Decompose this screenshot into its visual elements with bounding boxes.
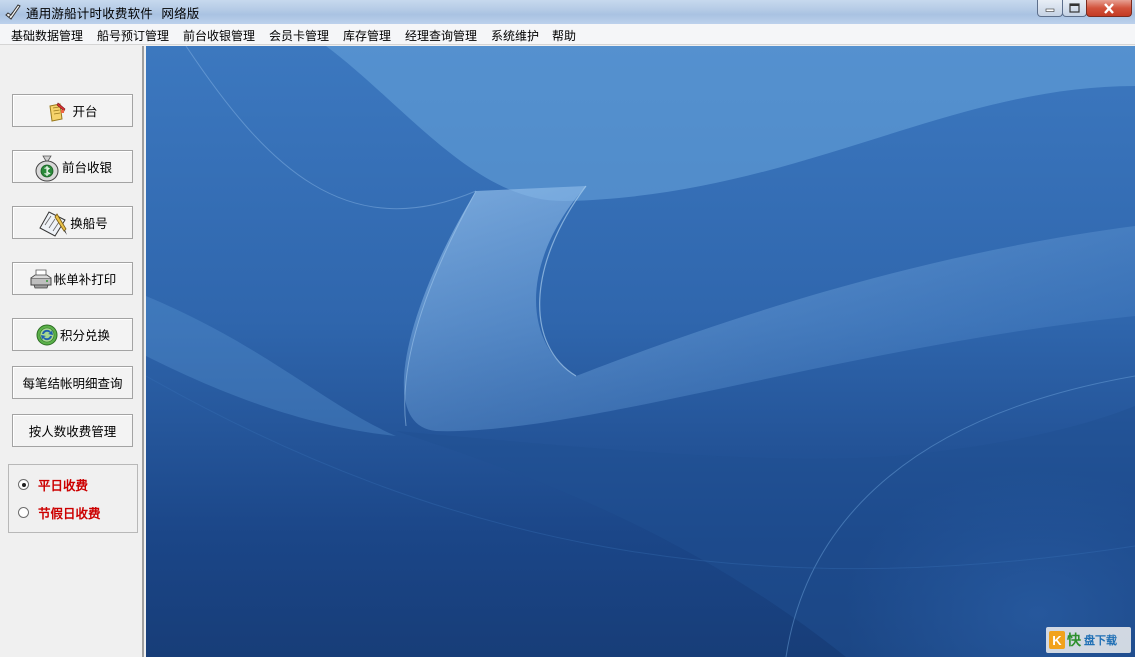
per-person-charge-button[interactable]: 按人数收费管理 bbox=[12, 414, 133, 447]
download-site-watermark: K 快 盘下载 bbox=[1046, 627, 1131, 653]
window-title: 通用游船计时收费软件 网络版 bbox=[26, 3, 199, 22]
checkout-detail-query-label: 每笔结帐明细查询 bbox=[22, 376, 123, 391]
open-table-label: 开台 bbox=[72, 104, 98, 119]
exchange-points-icon bbox=[36, 324, 58, 345]
weekday-charge-option[interactable]: 平日收费 bbox=[18, 475, 88, 494]
app-title: 通用游船计时收费软件 bbox=[26, 6, 154, 21]
close-icon bbox=[1104, 2, 1114, 14]
menu-inventory[interactable]: 库存管理 bbox=[343, 27, 391, 44]
charge-mode-group: 平日收费 节假日收费 bbox=[8, 464, 138, 533]
blue-wallpaper-image bbox=[146, 46, 1135, 657]
exchange-points-label: 积分兑换 bbox=[59, 328, 110, 343]
open-table-button[interactable]: 开台 bbox=[12, 94, 133, 127]
weekday-charge-radio[interactable] bbox=[18, 479, 29, 490]
holiday-charge-radio[interactable] bbox=[18, 507, 29, 518]
close-button[interactable] bbox=[1086, 0, 1132, 17]
app-edition: 网络版 bbox=[161, 6, 200, 21]
maximize-button[interactable] bbox=[1062, 0, 1087, 17]
menu-member-card[interactable]: 会员卡管理 bbox=[269, 27, 329, 44]
title-bar: 通用游船计时收费软件 网络版 bbox=[0, 0, 1135, 25]
front-cashier-button[interactable]: 前台收银 bbox=[12, 150, 133, 183]
menu-basic-data[interactable]: 基础数据管理 bbox=[11, 27, 83, 44]
swap-boat-button[interactable]: 换船号 bbox=[12, 206, 133, 239]
menu-system-maintenance[interactable]: 系统维护 bbox=[491, 27, 539, 44]
front-cashier-label: 前台收银 bbox=[61, 160, 112, 175]
main-workspace-background bbox=[146, 46, 1135, 657]
checkout-detail-query-button[interactable]: 每笔结帐明细查询 bbox=[12, 366, 133, 399]
per-person-charge-label: 按人数收费管理 bbox=[28, 424, 117, 439]
maximize-icon bbox=[1069, 3, 1080, 13]
holiday-charge-label: 节假日收费 bbox=[38, 506, 101, 521]
minimize-button[interactable] bbox=[1037, 0, 1063, 17]
holiday-charge-option[interactable]: 节假日收费 bbox=[18, 503, 101, 522]
reprint-bill-label: 帐单补打印 bbox=[53, 272, 117, 287]
exchange-points-button[interactable]: 积分兑换 bbox=[12, 318, 133, 351]
swap-boat-label: 换船号 bbox=[70, 216, 108, 231]
swap-boat-icon bbox=[39, 210, 68, 237]
menu-help[interactable]: 帮助 bbox=[552, 27, 576, 44]
watermark-k-logo: K bbox=[1049, 631, 1065, 649]
menu-front-cashier[interactable]: 前台收银管理 bbox=[183, 27, 255, 44]
menu-bar: 基础数据管理 船号预订管理 前台收银管理 会员卡管理 库存管理 经理查询管理 系… bbox=[0, 24, 1135, 45]
weekday-charge-label: 平日收费 bbox=[38, 478, 89, 493]
menu-manager-query[interactable]: 经理查询管理 bbox=[405, 27, 477, 44]
printer-icon bbox=[30, 269, 52, 288]
minimize-icon bbox=[1045, 8, 1055, 12]
left-toolbar-panel: 开台 前台收银 换船号 帐单补打印 积分兑换 每笔结帐明细查询 按人数收费管理 … bbox=[4, 46, 144, 657]
app-logo-icon bbox=[5, 4, 21, 20]
open-table-icon bbox=[49, 102, 66, 122]
watermark-brand: 盘下载 bbox=[1084, 633, 1117, 647]
menu-boat-booking[interactable]: 船号预订管理 bbox=[97, 27, 169, 44]
money-bag-icon bbox=[35, 155, 59, 181]
reprint-bill-button[interactable]: 帐单补打印 bbox=[12, 262, 133, 295]
watermark-brand-char: 快 bbox=[1067, 633, 1081, 649]
